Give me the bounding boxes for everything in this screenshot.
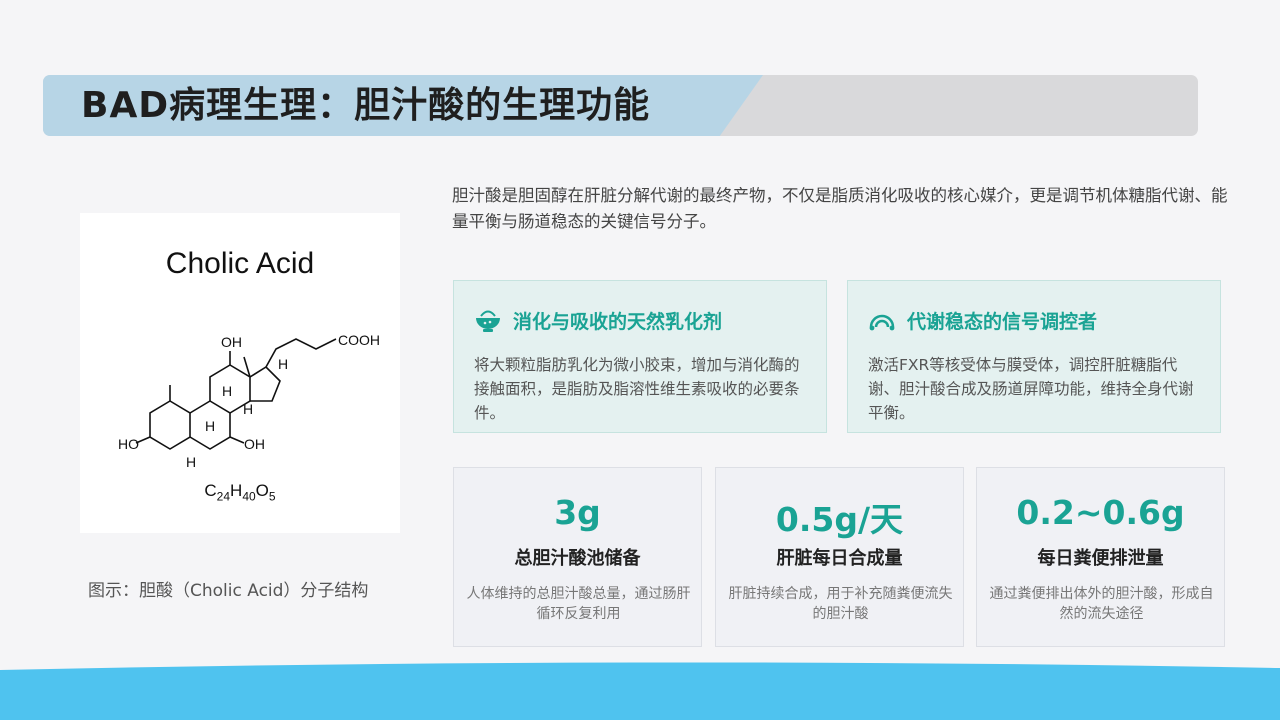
footer-wave [0,662,1280,720]
h-label-1: H [278,356,288,372]
formula-h-count: 40 [242,489,256,504]
stat-label: 总胆汁酸池储备 [514,548,641,569]
cooh-label: COOH [338,332,380,348]
stat-value: 0.5g/天 [775,500,904,539]
formula-c-count: 24 [216,489,231,504]
signal-icon [869,314,895,331]
stat-label: 每日粪便排泄量 [1037,548,1164,569]
stat-card-synthesis: 0.5g/天 肝脏每日合成量 肝脏持续合成，用于补充随粪便流失的胆汁酸 [715,467,964,647]
h-label-4: H [205,418,215,434]
h-label-5: H [186,454,196,470]
stat-description: 肝脏持续合成，用于补充随粪便流失的胆汁酸 [728,586,953,622]
molecule-figure: Cholic Acid OH COOH H H H H H HO OH C24H… [80,213,400,533]
stat-description: 通过粪便排出体外的胆汁酸，形成自然的流失途径 [989,586,1214,622]
title-bar: BAD病理生理：胆汁酸的生理功能 [43,75,1198,136]
feature-card-digestion: 消化与吸收的天然乳化剂 将大颗粒脂肪乳化为微小胶束，增加与消化酶的接触面积，是脂… [453,280,827,433]
oh-top-label: OH [221,334,242,350]
bowl-icon [476,310,500,332]
figure-caption: 图示：胆酸（Cholic Acid）分子结构 [88,581,369,601]
stat-value: 0.2~0.6g [1016,493,1185,532]
feature-heading-signaling: 代谢稳态的信号调控者 [907,311,1098,333]
formula-h: H [230,481,243,500]
molecule-structure: OH COOH H H H H H HO OH [118,332,380,470]
intro-paragraph: 胆汁酸是胆固醇在肝脏分解代谢的最终产物，不仅是脂质消化吸收的核心媒介，更是调节机… [452,186,1228,231]
feature-card-signaling: 代谢稳态的信号调控者 激活FXR等核受体与膜受体，调控肝脏糖脂代谢、胆汁酸合成及… [847,280,1221,433]
oh-right-label: OH [244,436,265,452]
stat-card-excretion: 0.2~0.6g 每日粪便排泄量 通过粪便排出体外的胆汁酸，形成自然的流失途径 [976,467,1225,647]
ho-label: HO [118,436,139,452]
molecule-name: Cholic Acid [165,247,315,280]
formula-o-count: 5 [268,489,276,504]
h-label-2: H [222,383,232,399]
formula-c: C [204,481,217,500]
stat-label: 肝脏每日合成量 [776,548,903,569]
formula-o: O [255,481,269,500]
h-label-3: H [243,401,253,417]
feature-heading-digestion: 消化与吸收的天然乳化剂 [513,311,723,333]
stat-description: 人体维持的总胆汁酸总量，通过肠肝循环反复利用 [466,586,691,622]
page-title: BAD病理生理：胆汁酸的生理功能 [81,85,651,126]
molecular-formula: C24H40O5 [80,481,400,503]
stat-card-pool: 3g 总胆汁酸池储备 人体维持的总胆汁酸总量，通过肠肝循环反复利用 [453,467,702,647]
feature-body-signaling: 激活FXR等核受体与膜受体，调控肝脏糖脂代谢、胆汁酸合成及肠道屏障功能，维持全身… [868,356,1194,422]
stat-value: 3g [554,493,601,532]
feature-body-digestion: 将大颗粒脂肪乳化为微小胶束，增加与消化酶的接触面积，是脂肪及脂溶性维生素吸收的必… [474,356,800,422]
